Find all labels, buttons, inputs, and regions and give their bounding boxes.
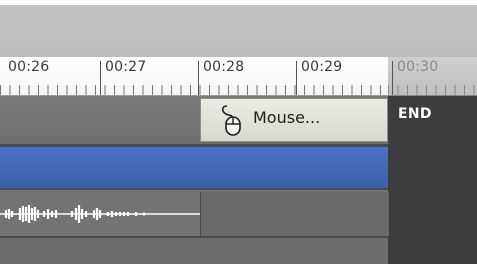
timecode-label: 00:27 bbox=[105, 59, 147, 75]
mouse-icon bbox=[221, 105, 241, 136]
timecode-label: 00:28 bbox=[203, 59, 245, 75]
track-row-selected[interactable] bbox=[0, 146, 388, 190]
mouse-clip-label: Mouse... bbox=[253, 108, 321, 127]
timeline-header-bar bbox=[0, 5, 477, 57]
ruler-minor-ticks-end bbox=[388, 85, 477, 95]
ruler-minor-ticks bbox=[0, 85, 388, 95]
timeline-editor: 00:26 00:27 00:28 00:29 00:30 END Mouse.… bbox=[0, 0, 477, 264]
end-marker-label: END bbox=[398, 106, 432, 122]
timecode-label: 00:26 bbox=[8, 59, 50, 75]
audio-track-empty[interactable] bbox=[200, 192, 389, 236]
audio-waveform-icon[interactable] bbox=[0, 192, 200, 236]
timecode-label: 00:29 bbox=[301, 59, 343, 75]
timecode-label: 00:30 bbox=[397, 59, 439, 75]
track-row[interactable] bbox=[0, 238, 388, 264]
